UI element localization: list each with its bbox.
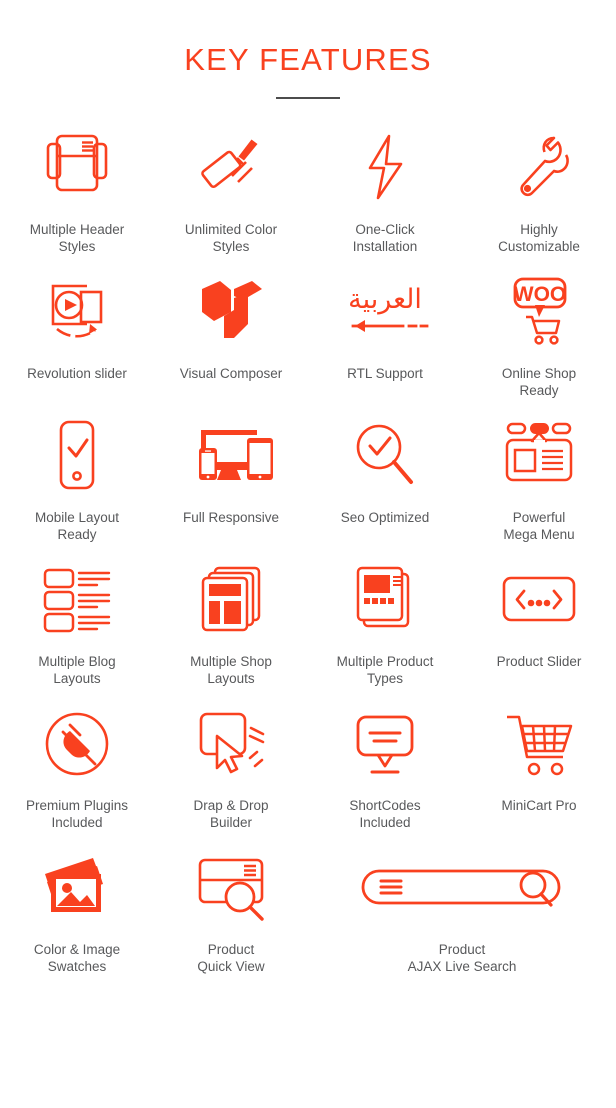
feature-item-product-slider[interactable]: Product Slider [462,557,616,687]
revolution-slider-icon [6,269,148,355]
image-swatches-icon [6,845,148,931]
feature-item-one-click-installation[interactable]: One-Click Installation [308,125,462,255]
product-types-icon [314,557,456,643]
feature-item-seo-optimized[interactable]: Seo Optimized [308,413,462,543]
svg-text:WOO: WOO [514,283,567,306]
feature-item-premium-plugins[interactable]: Premium Plugins Included [0,701,154,831]
feature-label: Highly Customizable [498,222,580,254]
mobile-check-icon [6,413,148,499]
feature-label: Multiple Shop Layouts [190,654,272,686]
feature-label: Multiple Header Styles [29,222,125,254]
minicart-icon [468,701,610,787]
feature-label: Full Responsive [182,510,280,525]
feature-item-multiple-blog-layouts[interactable]: Multiple Blog Layouts [0,557,154,687]
feature-item-full-responsive[interactable]: Full Responsive [154,413,308,543]
woocommerce-icon: WOO [468,269,610,355]
page-header: KEY FEATURES [0,44,616,99]
feature-label: MiniCart Pro [501,798,577,813]
feature-label: Seo Optimized [340,510,430,525]
feature-label: Mobile Layout Ready [34,510,120,542]
feature-label: Online Shop Ready [501,366,577,398]
feature-label: RTL Support [347,366,423,381]
feature-label: Revolution slider [27,366,127,381]
lightning-bolt-icon [314,125,456,211]
feature-label: ShortCodes Included [349,798,421,830]
feature-label: Drap & Drop Builder [193,798,269,830]
plugin-plug-icon [6,701,148,787]
feature-item-product-quick-view[interactable]: Product Quick View [154,845,308,975]
drag-drop-cursor-icon [160,701,302,787]
ajax-search-icon [314,845,610,931]
feature-item-ajax-live-search[interactable]: Product AJAX Live Search [308,845,616,975]
shop-layouts-icon [160,557,302,643]
feature-item-online-shop-ready[interactable]: WOO Online Shop Ready [462,269,616,399]
paint-roller-icon [160,125,302,211]
seo-magnifier-icon [314,413,456,499]
feature-item-drag-drop-builder[interactable]: Drap & Drop Builder [154,701,308,831]
product-slider-icon [468,557,610,643]
feature-label: Multiple Product Types [336,654,434,686]
svg-text:العربية: العربية [348,284,422,315]
feature-item-unlimited-color-styles[interactable]: Unlimited Color Styles [154,125,308,255]
feature-label: Powerful Mega Menu [503,510,575,542]
feature-item-shortcodes-included[interactable]: ShortCodes Included [308,701,462,831]
key-features-page: KEY FEATURES Multiple Header Styles Unli… [0,0,616,1108]
feature-item-rtl-support[interactable]: العربية RTL Support [308,269,462,399]
quick-view-icon [160,845,302,931]
feature-item-multiple-shop-layouts[interactable]: Multiple Shop Layouts [154,557,308,687]
blog-layouts-icon [6,557,148,643]
rtl-support-icon: العربية [314,269,456,355]
feature-label: Multiple Blog Layouts [38,654,116,686]
multiple-header-styles-icon [6,125,148,211]
feature-item-visual-composer[interactable]: Visual Composer [154,269,308,399]
feature-item-color-image-swatches[interactable]: Color & Image Swatches [0,845,154,975]
page-title: KEY FEATURES [184,42,432,77]
responsive-devices-icon [160,413,302,499]
wrench-icon [468,125,610,211]
feature-label: One-Click Installation [352,222,418,254]
features-grid: Multiple Header Styles Unlimited Color S… [0,125,616,989]
feature-item-multiple-product-types[interactable]: Multiple Product Types [308,557,462,687]
feature-label: Product AJAX Live Search [407,942,517,974]
feature-label: Product Quick View [197,942,265,974]
mega-menu-icon [468,413,610,499]
feature-label: Unlimited Color Styles [184,222,278,254]
feature-item-powerful-mega-menu[interactable]: Powerful Mega Menu [462,413,616,543]
feature-item-revolution-slider[interactable]: Revolution slider [0,269,154,399]
visual-composer-icon [160,269,302,355]
feature-item-highly-customizable[interactable]: Highly Customizable [462,125,616,255]
shortcodes-bubble-icon [314,701,456,787]
feature-label: Visual Composer [179,366,283,381]
feature-label: Color & Image Swatches [33,942,121,974]
feature-item-multiple-header-styles[interactable]: Multiple Header Styles [0,125,154,255]
feature-label: Product Slider [496,654,582,669]
feature-item-mobile-layout-ready[interactable]: Mobile Layout Ready [0,413,154,543]
feature-label: Premium Plugins Included [25,798,129,830]
title-divider [276,97,340,99]
feature-item-minicart-pro[interactable]: MiniCart Pro [462,701,616,831]
